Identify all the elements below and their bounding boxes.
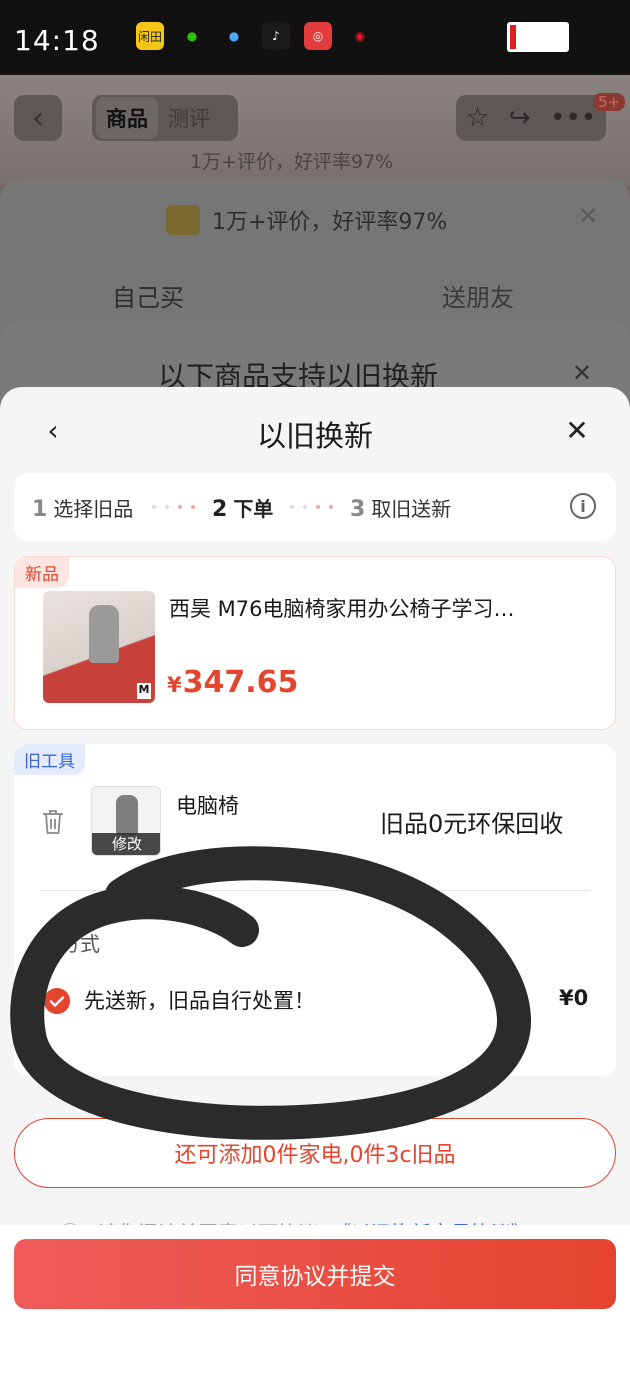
step-3-number: 3 (350, 497, 366, 522)
more-icon[interactable]: ••• (550, 103, 596, 133)
message-badge: 5+ (593, 93, 626, 111)
recycle-price-text: 旧品0元环保回收 (380, 810, 564, 838)
price-amount: 347.65 (182, 665, 299, 700)
product-title[interactable]: 西昊 M76电脑椅家用办公椅子学习… (169, 593, 589, 623)
rating-banner-text: 1万+评价，好评率97% (212, 210, 448, 235)
tab-review[interactable]: 测评 (158, 97, 220, 139)
step-2-number: 2 (212, 497, 228, 522)
status-app-icons: 闲田 ● ● ♪ ◎ ◉ (136, 22, 374, 50)
header-actions: ☆ ↪ ••• (456, 95, 606, 141)
step-indicator: 1 选择旧品 2 下单 3 取旧送新 i (14, 473, 616, 541)
tab-buy-friend[interactable]: 送朋友 (442, 278, 514, 313)
step-1-number: 1 (32, 497, 48, 522)
step-dots (290, 505, 333, 509)
trash-icon[interactable] (40, 808, 66, 836)
tiktok-icon: ♪ (262, 22, 290, 50)
old-item-thumbnail[interactable]: 修改 (91, 786, 161, 856)
share-icon[interactable]: ↪ (509, 103, 531, 133)
step-1: 1 选择旧品 (32, 493, 133, 522)
wechat-icon: ● (178, 22, 206, 50)
checkmark-icon[interactable] (44, 988, 70, 1014)
sheet-title: 以旧换新 (256, 419, 373, 453)
agree-submit-button[interactable]: 同意协议并提交 (14, 1239, 616, 1309)
step-2-label: 下单 (233, 497, 274, 521)
product-price: ¥ 347.65 (167, 665, 298, 700)
rating-summary: 1万+评价，好评率97% (190, 151, 394, 173)
close-icon[interactable]: ✕ (572, 359, 592, 387)
favorite-star-icon[interactable]: ☆ (466, 103, 489, 133)
old-item-card: 旧工具 修改 电脑椅 旧品0元环保回收 新方式 先送新，旧品自行处置！ ¥0 (14, 744, 616, 1076)
close-icon[interactable]: ✕ (562, 414, 592, 447)
tab-product[interactable]: 商品 (96, 97, 158, 139)
edit-old-item-button[interactable]: 修改 (92, 833, 160, 855)
news-app-icon: 闲田 (136, 22, 164, 50)
battery-icon (507, 22, 569, 52)
chat-bubble-icon (166, 205, 200, 235)
product-thumbnail[interactable]: M (43, 591, 155, 703)
close-icon[interactable]: ✕ (578, 202, 598, 230)
step-3-label: 取旧送新 (371, 497, 452, 521)
divider (40, 890, 590, 891)
old-item-name: 电脑椅 (176, 794, 239, 818)
step-2: 2 下单 (212, 493, 273, 522)
weibo-icon: ◉ (346, 22, 374, 50)
trade-in-sheet: ‹ 以旧换新 ✕ 1 选择旧品 2 下单 3 取旧送新 i 新品 M 西昊 M7… (0, 387, 630, 1400)
add-more-items-button[interactable]: 还可添加0件家电,0件3c旧品 (14, 1118, 616, 1188)
step-3: 3 取旧送新 (350, 493, 451, 522)
method-label: 新方式 (40, 932, 100, 956)
status-bar: 14:18 闲田 ● ● ♪ ◎ ◉ (0, 0, 630, 75)
tab-buy-self[interactable]: 自己买 (112, 278, 184, 313)
bottom-bar: 同意协议并提交 (0, 1225, 630, 1400)
info-icon[interactable]: i (570, 493, 596, 519)
product-tabs: 商品 测评 (92, 95, 238, 141)
new-item-card[interactable]: 新品 M 西昊 M76电脑椅家用办公椅子学习… ¥ 347.65 (14, 556, 616, 730)
step-1-label: 选择旧品 (53, 497, 134, 521)
qq-icon: ● (220, 22, 248, 50)
trade-option-price: ¥0 (559, 986, 589, 1010)
price-currency: ¥ (167, 673, 182, 697)
old-item-tag: 旧工具 (14, 744, 85, 775)
product-header: ‹ 商品 测评 ☆ ↪ ••• 5+ 1万+评价，好评率97% (0, 75, 630, 185)
new-item-tag: 新品 (15, 557, 69, 588)
back-icon[interactable]: ‹ (14, 95, 62, 141)
netease-music-icon: ◎ (304, 22, 332, 50)
step-dots (152, 505, 195, 509)
trade-option-label[interactable]: 先送新，旧品自行处置！ (84, 985, 315, 1015)
rating-banner: 1万+评价，好评率97% (166, 204, 447, 236)
status-time: 14:18 (14, 24, 100, 57)
